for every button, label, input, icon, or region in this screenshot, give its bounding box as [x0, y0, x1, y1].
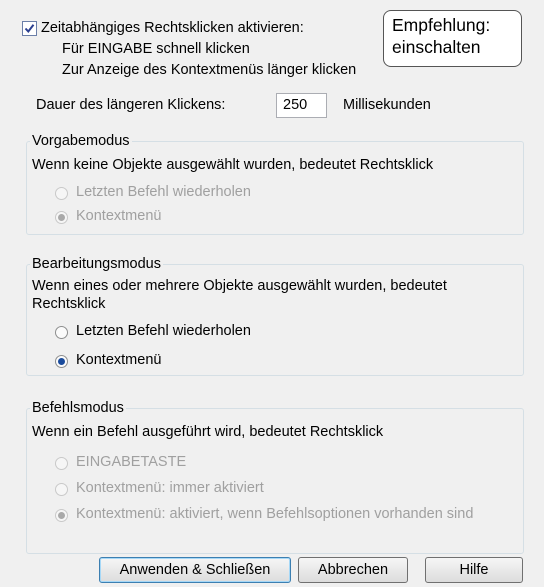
duration-input[interactable]: 250 [276, 93, 327, 118]
recommendation-line2: einschalten [392, 37, 481, 57]
command-enter-label[interactable]: EINGABETASTE [76, 454, 186, 470]
hint-long-click: Zur Anzeige des Kontextmenüs länger klic… [62, 62, 357, 78]
edit-repeat-label[interactable]: Letzten Befehl wiederholen [76, 323, 251, 339]
command-context-options-label[interactable]: Kontextmenü: aktiviert, wenn Befehlsopti… [76, 506, 473, 522]
cancel-button[interactable]: Abbrechen [298, 557, 408, 583]
edit-mode-title: Bearbeitungsmodus [30, 256, 163, 272]
default-mode-description: Wenn keine Objekte ausgewählt wurden, be… [32, 157, 434, 173]
command-context-options-radio[interactable] [55, 509, 68, 522]
edit-context-radio[interactable] [55, 355, 68, 368]
default-repeat-label[interactable]: Letzten Befehl wiederholen [76, 184, 251, 200]
edit-mode-description-line2: Rechtsklick [32, 296, 106, 312]
help-button[interactable]: Hilfe [425, 557, 523, 583]
edit-context-label[interactable]: Kontextmenü [76, 352, 161, 368]
command-mode-title: Befehlsmodus [30, 400, 126, 416]
checkmark-icon [24, 24, 35, 34]
duration-unit: Millisekunden [343, 97, 431, 113]
command-context-always-radio[interactable] [55, 483, 68, 496]
time-sensitive-label[interactable]: Zeitabhängiges Rechtsklicken aktivieren: [41, 20, 304, 36]
default-repeat-radio[interactable] [55, 187, 68, 200]
time-sensitive-checkbox[interactable] [22, 21, 37, 36]
command-context-always-label[interactable]: Kontextmenü: immer aktiviert [76, 480, 264, 496]
recommendation-line1: Empfehlung: [392, 15, 491, 35]
edit-repeat-radio[interactable] [55, 326, 68, 339]
apply-close-button[interactable]: Anwenden & Schließen [99, 557, 291, 583]
command-mode-description: Wenn ein Befehl ausgeführt wird, bedeute… [32, 424, 384, 440]
command-enter-radio[interactable] [55, 457, 68, 470]
default-context-label[interactable]: Kontextmenü [76, 208, 161, 224]
edit-mode-description-line1: Wenn eines oder mehrere Objekte ausgewäh… [32, 278, 447, 294]
default-context-radio[interactable] [55, 211, 68, 224]
hint-quick-click: Für EINGABE schnell klicken [62, 41, 250, 57]
recommendation-callout: Empfehlung: einschalten [383, 10, 522, 67]
duration-label: Dauer des längeren Klickens: [36, 97, 226, 113]
default-mode-title: Vorgabemodus [30, 133, 132, 149]
